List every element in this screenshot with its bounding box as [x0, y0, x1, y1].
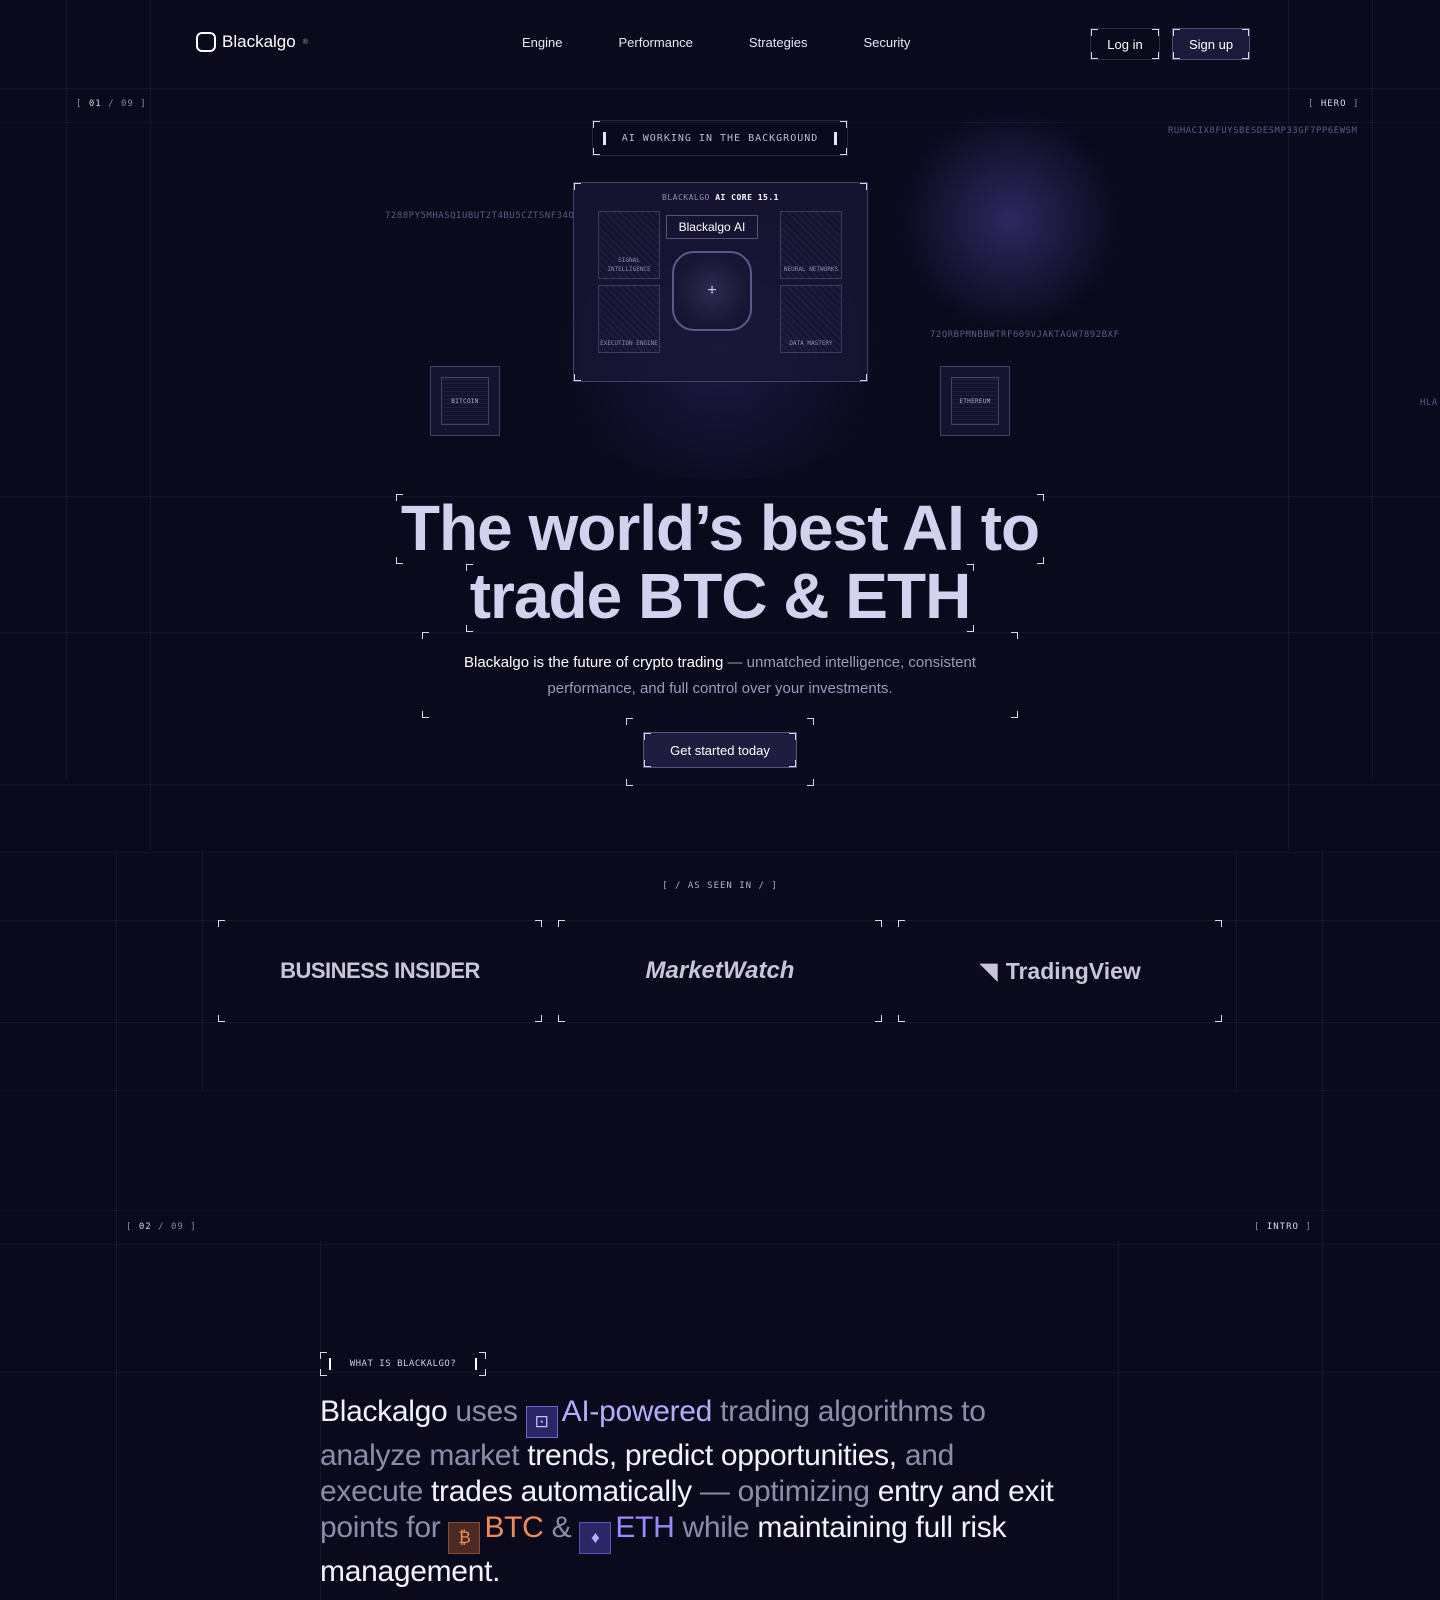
cell-data-mastery: DATA MASTERY	[780, 285, 842, 353]
business-insider-logo: BUSINESS INSIDER	[218, 920, 542, 1022]
tradingview-logo: ◥ TradingView	[898, 920, 1222, 1022]
hero-headline: The world’s best AI to trade BTC & ETH	[390, 494, 1050, 630]
ethereum-icon: ♦	[579, 1522, 612, 1554]
what-is-label: WHAT IS BLACKALGO?	[349, 1359, 457, 1369]
signup-label: Sign up	[1188, 36, 1234, 52]
intro-paragraph: Blackalgo uses ⊡ AI-powered trading algor…	[320, 1395, 1054, 1588]
get-started-button[interactable]: Get started today	[643, 732, 797, 768]
bitcoin-icon: ₿	[448, 1522, 481, 1554]
login-label: Log in	[1107, 36, 1143, 52]
bitcoin-node-label: BITCOIN	[441, 377, 489, 425]
ai-status-text: AI WORKING IN THE BACKGROUND	[621, 132, 819, 144]
nav-link-strategies[interactable]: Strategies	[749, 35, 808, 50]
headline-line-1: The world’s best AI to	[400, 492, 1040, 564]
nav-links: Engine Performance Strategies Security	[522, 35, 910, 50]
ethereum-node-label: ETHEREUM	[951, 377, 999, 425]
registered-mark: ®	[302, 38, 308, 46]
brand-name: Blackalgo	[222, 32, 296, 51]
tradingview-icon: ◥	[979, 957, 998, 985]
section-counter-intro: [ 02 / 09 ]	[126, 1222, 197, 1232]
nav-link-performance[interactable]: Performance	[618, 35, 692, 50]
hash-code-right: RUHACIX8FUYSBESDESMP33GF7PP6EWSM	[1168, 126, 1358, 136]
what-is-blackalgo-pill: WHAT IS BLACKALGO?	[320, 1352, 486, 1376]
top-navigation: Blackalgo ® Engine Performance Strategies…	[0, 0, 1440, 88]
ethereum-node: ETHEREUM	[940, 366, 1010, 436]
section-tag-hero: [ HERO ]	[1308, 99, 1360, 109]
signup-button[interactable]: Sign up	[1172, 28, 1250, 60]
cell-execution-engine: EXECUTION ENGINE	[598, 285, 660, 353]
ai-status-pill: AI WORKING IN THE BACKGROUND	[592, 120, 848, 156]
nav-link-security[interactable]: Security	[863, 35, 910, 50]
ai-chip-icon: +	[672, 251, 752, 331]
ai-core-title: BLACKALGO AI CORE 15.1	[662, 193, 779, 202]
cell-signal-intelligence: SIGNAL INTELLIGENCE	[598, 211, 660, 279]
nav-link-engine[interactable]: Engine	[522, 35, 562, 50]
logo-icon	[196, 32, 216, 52]
login-button[interactable]: Log in	[1090, 28, 1160, 60]
hero-subtitle: Blackalgo is the future of crypto tradin…	[424, 650, 1016, 702]
marketwatch-logo: MarketWatch	[558, 920, 882, 1022]
cpu-icon: ⊡	[525, 1406, 558, 1438]
subtitle-strong: Blackalgo is the future of crypto tradin…	[464, 654, 724, 671]
purple-glow	[900, 110, 1120, 330]
as-seen-in-label: [ / AS SEEN IN / ]	[662, 881, 778, 891]
bitcoin-node: BITCOIN	[430, 366, 500, 436]
hash-code-edge: HLA	[1420, 398, 1438, 408]
section-tag-intro: [ INTRO ]	[1254, 1222, 1312, 1232]
cell-neural-networks: NEURAL NETWORKS	[780, 211, 842, 279]
headline-line-2: trade BTC & ETH	[469, 560, 972, 632]
core-brand-label: Blackalgo AI	[666, 215, 758, 239]
brand-logo[interactable]: Blackalgo ®	[196, 32, 308, 52]
ai-core-panel: BLACKALGO AI CORE 15.1 SIGNAL INTELLIGEN…	[573, 182, 868, 382]
hash-code-left: 7288PY5MHASQIUBUT2T4BU5CZTSNF34O	[385, 211, 575, 221]
section-counter-hero: [ 01 / 09 ]	[76, 99, 147, 109]
get-started-label: Get started today	[670, 742, 770, 758]
hash-code-mid: 72QRBPMNBBWTRF609VJAKTAGW7892BXF	[930, 330, 1120, 340]
